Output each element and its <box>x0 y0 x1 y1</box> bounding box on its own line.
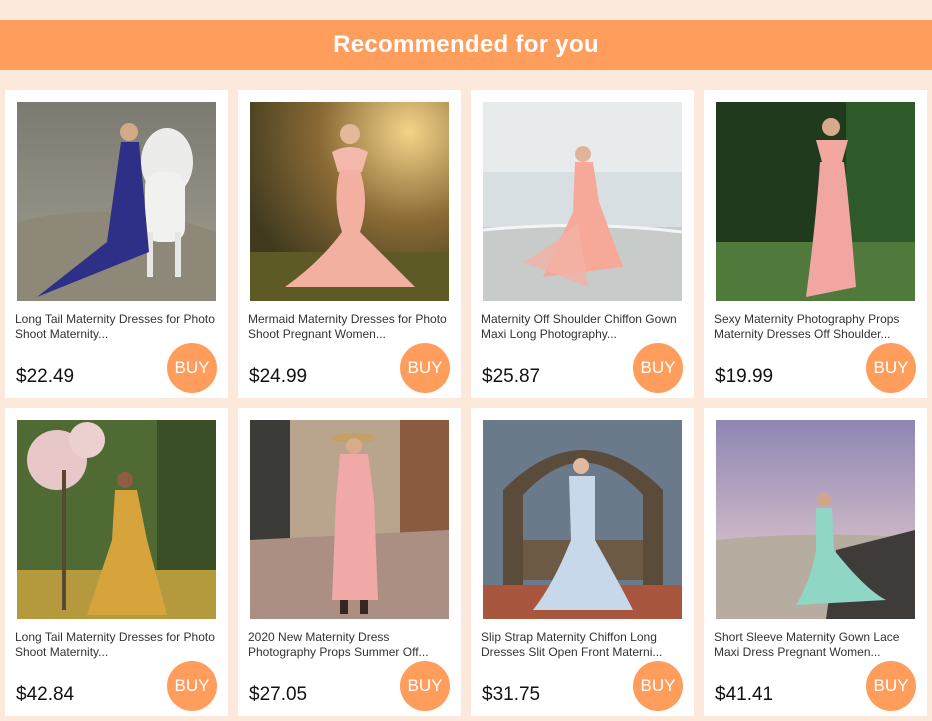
product-price: $24.99 <box>249 366 308 387</box>
product-photo-yellow-gown-blossom <box>17 420 216 619</box>
buy-button[interactable]: BUY <box>167 343 217 393</box>
product-title[interactable]: Short Sleeve Maternity Gown Lace Maxi Dr… <box>714 630 917 660</box>
product-title[interactable]: Maternity Off Shoulder Chiffon Gown Maxi… <box>481 312 684 342</box>
product-photo-pink-lace-hat <box>250 420 449 619</box>
product-image[interactable] <box>483 102 682 301</box>
product-title[interactable]: Long Tail Maternity Dresses for Photo Sh… <box>15 630 218 660</box>
product-card[interactable]: Maternity Off Shoulder Chiffon Gown Maxi… <box>471 90 694 398</box>
product-card[interactable]: Slip Strap Maternity Chiffon Long Dresse… <box>471 408 694 716</box>
product-title[interactable]: Mermaid Maternity Dresses for Photo Shoo… <box>248 312 451 342</box>
product-image[interactable] <box>17 420 216 619</box>
product-card[interactable]: Sexy Maternity Photography Props Materni… <box>704 90 927 398</box>
product-title[interactable]: 2020 New Maternity Dress Photography Pro… <box>248 630 451 660</box>
product-price: $27.05 <box>249 684 308 705</box>
product-price: $19.99 <box>715 366 774 387</box>
product-photo-pink-gown-field <box>716 102 915 301</box>
product-photo-mint-tulle-shore <box>716 420 915 619</box>
product-photo-blue-mermaid-garden <box>483 420 682 619</box>
recommended-banner: Recommended for you <box>0 20 932 70</box>
product-image[interactable] <box>250 420 449 619</box>
product-image[interactable] <box>483 420 682 619</box>
product-title[interactable]: Sexy Maternity Photography Props Materni… <box>714 312 917 342</box>
product-photo-pink-chiffon-beach <box>483 102 682 301</box>
product-image[interactable] <box>250 102 449 301</box>
product-image[interactable] <box>716 102 915 301</box>
product-card[interactable]: Mermaid Maternity Dresses for Photo Shoo… <box>238 90 461 398</box>
buy-button[interactable]: BUY <box>167 661 217 711</box>
buy-button[interactable]: BUY <box>400 661 450 711</box>
product-price: $22.49 <box>16 366 75 387</box>
product-image[interactable] <box>17 102 216 301</box>
buy-button[interactable]: BUY <box>866 343 916 393</box>
product-title[interactable]: Long Tail Maternity Dresses for Photo Sh… <box>15 312 218 342</box>
product-photo-pink-mermaid-forest <box>250 102 449 301</box>
product-card[interactable]: 2020 New Maternity Dress Photography Pro… <box>238 408 461 716</box>
product-grid: Long Tail Maternity Dresses for Photo Sh… <box>5 90 927 716</box>
buy-button[interactable]: BUY <box>400 343 450 393</box>
product-photo-blue-gown-horse <box>17 102 216 301</box>
buy-button[interactable]: BUY <box>633 661 683 711</box>
product-card[interactable]: Long Tail Maternity Dresses for Photo Sh… <box>5 408 228 716</box>
product-price: $42.84 <box>16 684 75 705</box>
buy-button[interactable]: BUY <box>633 343 683 393</box>
buy-button[interactable]: BUY <box>866 661 916 711</box>
product-image[interactable] <box>716 420 915 619</box>
product-price: $31.75 <box>482 684 541 705</box>
section-title: Recommended for you <box>333 31 599 58</box>
product-price: $25.87 <box>482 366 541 387</box>
product-card[interactable]: Short Sleeve Maternity Gown Lace Maxi Dr… <box>704 408 927 716</box>
product-price: $41.41 <box>715 684 774 705</box>
product-title[interactable]: Slip Strap Maternity Chiffon Long Dresse… <box>481 630 684 660</box>
product-card[interactable]: Long Tail Maternity Dresses for Photo Sh… <box>5 90 228 398</box>
